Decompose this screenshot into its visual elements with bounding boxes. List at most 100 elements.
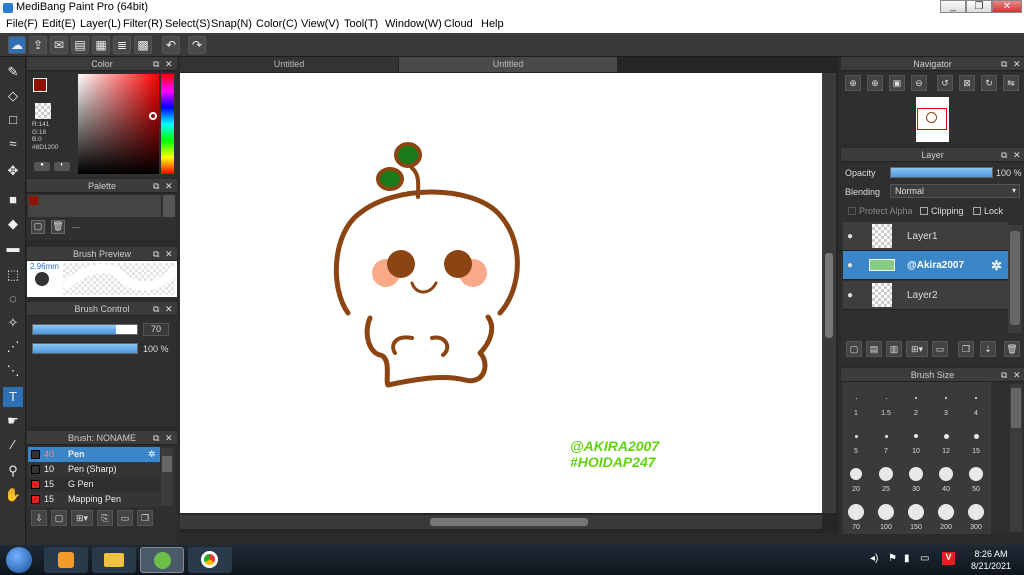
- upload-icon[interactable]: ⇪: [29, 36, 47, 54]
- network-icon[interactable]: ▮: [904, 553, 910, 564]
- volume-icon[interactable]: ◂): [870, 553, 878, 564]
- brush-size-preset[interactable]: [884, 434, 888, 438]
- brush-opacity-slider[interactable]: [32, 343, 138, 354]
- brush-size-preset[interactable]: [848, 504, 864, 520]
- menu-edit[interactable]: Edit(E): [42, 18, 76, 30]
- add-brush-icon[interactable]: ⊞▾: [71, 510, 93, 526]
- lasso-tool-icon[interactable]: ◌: [3, 289, 23, 309]
- menu-view[interactable]: View(V): [301, 18, 339, 30]
- blur-tool-icon[interactable]: ≈: [3, 134, 23, 154]
- vietkey-icon[interactable]: V: [942, 552, 955, 565]
- new-8bit-layer-icon[interactable]: ▥: [886, 341, 902, 357]
- undo-icon[interactable]: ↶: [162, 36, 180, 54]
- folder-icon[interactable]: ▭: [117, 510, 133, 526]
- menu-help[interactable]: Help: [481, 18, 504, 30]
- battery-icon[interactable]: ▭: [920, 553, 929, 564]
- brush-item-pen-sharp[interactable]: 10 Pen (Sharp): [28, 462, 160, 477]
- color-wheel-toggle-icon[interactable]: ●: [34, 162, 50, 171]
- undock-icon[interactable]: ⧉: [153, 431, 159, 445]
- delete-layer-icon[interactable]: 🗑: [1004, 341, 1020, 357]
- new-halftone-layer-icon[interactable]: ▤: [866, 341, 882, 357]
- close-button[interactable]: ✕: [992, 0, 1022, 13]
- eye-icon[interactable]: ●: [847, 251, 853, 280]
- brush-item-pen[interactable]: 40 Pen ✲: [28, 447, 160, 462]
- close-icon[interactable]: ✕: [1013, 57, 1021, 71]
- brush-item-g-pen[interactable]: 15 G Pen: [28, 477, 160, 492]
- flip-icon[interactable]: ⇋: [1003, 75, 1019, 91]
- layer-opacity-slider[interactable]: [890, 167, 993, 178]
- brush-size-preset[interactable]: [879, 467, 893, 481]
- drawing-canvas[interactable]: @AKIRA2007 #HOIDAP247: [180, 73, 822, 513]
- layer-row-layer1[interactable]: ● Layer1: [843, 222, 1008, 251]
- brush-size-preset[interactable]: [885, 397, 887, 399]
- menu-cloud[interactable]: Cloud: [444, 18, 473, 30]
- transparent-color-swatch[interactable]: [35, 103, 51, 119]
- palette-scrollbar[interactable]: [163, 195, 175, 217]
- medibang-taskbar-icon[interactable]: [140, 547, 184, 573]
- redo-icon[interactable]: ↷: [188, 36, 206, 54]
- flag-icon[interactable]: ⚑: [888, 553, 897, 564]
- brush-size-preset[interactable]: [915, 397, 917, 399]
- close-icon[interactable]: ✕: [1013, 368, 1021, 382]
- dot-tool-icon[interactable]: □: [3, 110, 23, 130]
- close-icon[interactable]: ✕: [165, 57, 173, 71]
- brush-size-preset[interactable]: [939, 467, 953, 481]
- brush-size-preset[interactable]: [969, 467, 983, 481]
- close-icon[interactable]: ✕: [165, 179, 173, 193]
- brush-list-scrollbar[interactable]: [161, 448, 173, 506]
- layer-row-layer2[interactable]: ● Layer2: [843, 281, 1008, 310]
- layer-folder-icon[interactable]: ▭: [932, 341, 948, 357]
- delete-palette-icon[interactable]: 🗑: [51, 220, 65, 234]
- brush-size-slider[interactable]: [32, 324, 138, 335]
- gradient-tool-icon[interactable]: ▬: [3, 238, 23, 258]
- comment-icon[interactable]: ✉: [50, 36, 68, 54]
- new-brush-icon[interactable]: ▢: [51, 510, 67, 526]
- undock-icon[interactable]: ⧉: [1001, 368, 1007, 382]
- minimize-button[interactable]: _: [940, 0, 966, 13]
- gear-icon[interactable]: ✲: [991, 251, 1002, 280]
- undock-icon[interactable]: ⧉: [153, 302, 159, 316]
- eye-icon[interactable]: ●: [847, 281, 853, 310]
- canvas-horizontal-scrollbar[interactable]: [180, 515, 822, 529]
- duplicate-icon[interactable]: ❐: [137, 510, 153, 526]
- zoom-fit-icon[interactable]: ⊕: [845, 75, 861, 91]
- brush-size-preset[interactable]: [973, 433, 979, 439]
- brush-size-preset[interactable]: [943, 433, 949, 439]
- operation-tool-icon[interactable]: ☛: [3, 411, 23, 431]
- brush-size-preset[interactable]: [914, 434, 918, 438]
- close-icon[interactable]: ✕: [165, 431, 173, 445]
- menu-tool[interactable]: Tool(T): [344, 18, 378, 30]
- reset-view-icon[interactable]: ⊠: [959, 75, 975, 91]
- undock-icon[interactable]: ⧉: [1001, 57, 1007, 71]
- brush-settings-icon[interactable]: ⎘: [97, 510, 113, 526]
- text-tool-icon[interactable]: T: [3, 387, 23, 407]
- select-pen-icon[interactable]: ⋰: [3, 337, 23, 357]
- zoom-out-icon[interactable]: ⊖: [911, 75, 927, 91]
- download-brush-icon[interactable]: ⇩: [31, 510, 47, 526]
- brush-size-preset[interactable]: [975, 397, 977, 399]
- restore-button[interactable]: ❐: [966, 0, 992, 13]
- brush-item-mapping-pen[interactable]: 15 Mapping Pen: [28, 492, 160, 507]
- brush-size-scrollbar[interactable]: [1010, 384, 1022, 532]
- eyedropper-icon[interactable]: ⚲: [3, 461, 23, 481]
- lock-checkbox[interactable]: [973, 207, 981, 215]
- layer-row-akira2007[interactable]: ● @Akira2007 ✲: [843, 251, 1008, 280]
- chrome-taskbar-icon[interactable]: [188, 547, 232, 573]
- brush-tool-icon[interactable]: ✎: [3, 62, 23, 82]
- menu-snap[interactable]: Snap(N): [211, 18, 252, 30]
- new-palette-icon[interactable]: ▢: [31, 220, 45, 234]
- rotate-left-icon[interactable]: ↺: [937, 75, 953, 91]
- start-button-icon[interactable]: [6, 547, 32, 573]
- brush-size-preset[interactable]: [878, 504, 894, 520]
- brush-size-value[interactable]: 70: [143, 323, 169, 336]
- close-icon[interactable]: ✕: [165, 247, 173, 261]
- menu-select[interactable]: Select(S): [165, 18, 210, 30]
- color-slider-toggle-icon[interactable]: ◐: [54, 162, 70, 171]
- new-layer-icon[interactable]: ▢: [846, 341, 862, 357]
- hue-slider[interactable]: [161, 74, 174, 174]
- tab-untitled-1[interactable]: Untitled: [180, 57, 398, 72]
- brush-size-preset[interactable]: [854, 434, 858, 438]
- clipping-checkbox[interactable]: [920, 207, 928, 215]
- brush-size-preset[interactable]: [909, 467, 923, 481]
- select-tool-icon[interactable]: ⬚: [3, 265, 23, 285]
